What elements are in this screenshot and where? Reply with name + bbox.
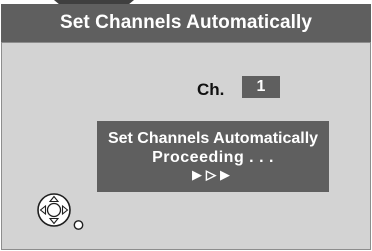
select-button-circle-icon	[73, 220, 84, 230]
status-proceeding-text: Proceeding . . .	[152, 149, 274, 166]
remote-navigation-joystick-icon	[37, 193, 84, 230]
auto-setup-status-box: Set Channels Automatically Proceeding . …	[97, 121, 329, 192]
screen-title: Set Channels Automatically	[1, 4, 371, 42]
channel-number-field: 1	[242, 76, 280, 98]
channel-label: Ch.	[197, 80, 225, 99]
status-title: Set Channels Automatically	[107, 130, 319, 147]
progress-arrow-1: ▶	[192, 167, 206, 182]
progress-arrow-2: ▷	[206, 167, 220, 183]
screen-frame: Set Channels Automatically Ch. 1 Set Cha…	[0, 0, 372, 251]
progress-arrows: ▶▷▶	[97, 167, 329, 183]
progress-arrow-3: ▶	[220, 167, 234, 182]
